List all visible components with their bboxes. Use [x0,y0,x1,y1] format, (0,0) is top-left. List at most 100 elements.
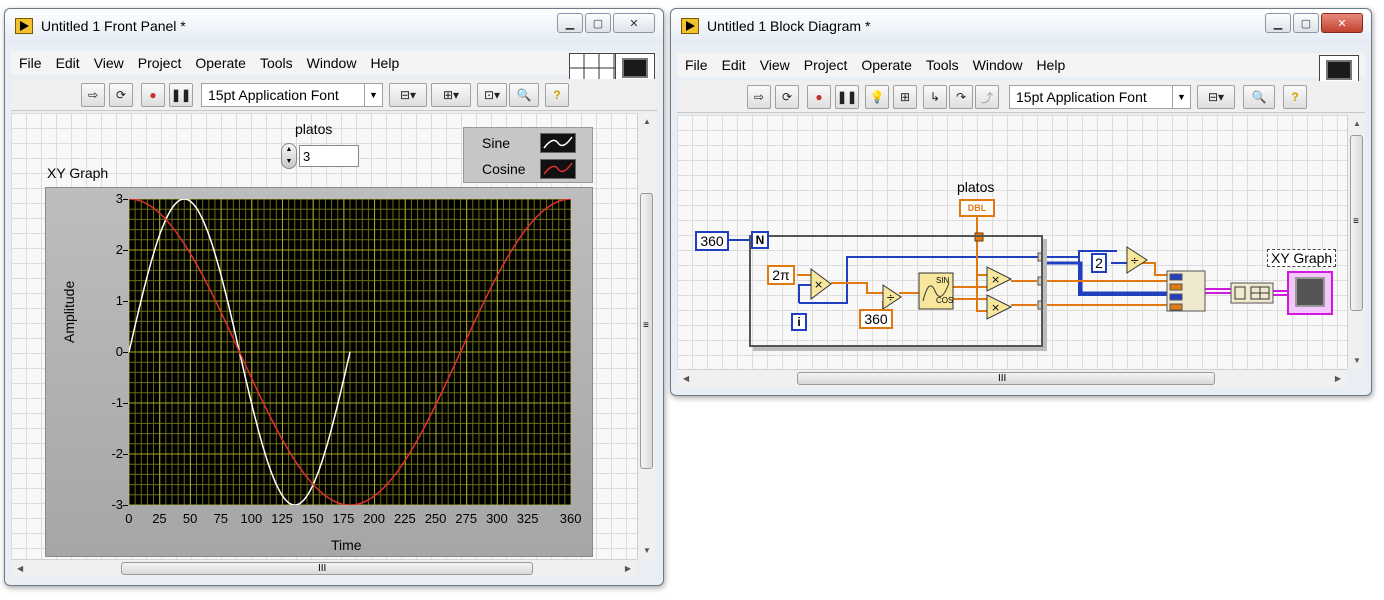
menu-help[interactable]: Help [1036,57,1065,73]
search-icon[interactable]: 🔍 [509,83,539,107]
help-icon[interactable]: ? [1283,85,1307,109]
sine-cosine-node[interactable]: SIN COS [919,273,953,309]
platos-label: platos [295,121,333,137]
xy-graph-terminal[interactable] [1287,271,1333,315]
menu-project[interactable]: Project [804,57,848,73]
font-ring[interactable]: 15pt Application Font ▼ [1009,85,1191,109]
pause-button[interactable]: ❚❚ [835,85,859,109]
maximize-button[interactable]: ▢ [585,13,611,33]
legend-swatch-cosine [540,159,576,179]
xy-graph-plot[interactable] [129,199,571,505]
maximize-button[interactable]: ▢ [1293,13,1319,33]
menu-window[interactable]: Window [307,55,357,71]
menu-file[interactable]: File [685,57,708,73]
divisor-constant-360[interactable]: 360 [859,309,893,329]
abort-button[interactable]: ● [807,85,831,109]
close-button[interactable]: ✕ [613,13,655,33]
menu-tools[interactable]: Tools [260,55,293,71]
step-out-button[interactable]: ⤴ [975,85,999,109]
bundle-node[interactable] [1231,283,1273,303]
divisor-constant-2[interactable]: 2 [1091,253,1107,273]
x-tick-label: 275 [455,511,478,526]
front-panel-titlebar[interactable]: Untitled 1 Front Panel * ▁ ▢ ✕ [5,9,663,43]
run-continuously-button[interactable]: ⟳ [775,85,799,109]
front-panel-horizontal-scrollbar[interactable]: ◀ III ▶ [11,559,637,577]
align-objects-button[interactable]: ⊟▾ [389,83,427,107]
menu-project[interactable]: Project [138,55,182,71]
y-tick-mark [123,454,128,455]
menu-view[interactable]: View [760,57,790,73]
platos-terminal[interactable]: DBL [959,199,995,217]
block-diagram-horizontal-scrollbar[interactable]: ◀ III ▶ [677,369,1347,387]
menu-tools[interactable]: Tools [926,57,959,73]
help-icon[interactable]: ? [545,83,569,107]
y-tick-label: -3 [111,497,123,512]
front-panel-vertical-scrollbar[interactable]: ▲ ≡ ▼ [637,113,655,559]
step-into-button[interactable]: ↳ [923,85,947,109]
block-diagram-titlebar[interactable]: Untitled 1 Block Diagram * ▁ ▢ ✕ [671,9,1371,43]
x-tick-label: 325 [516,511,539,526]
horizontal-scroll-thumb[interactable]: III [121,562,533,575]
x-tick-label: 300 [486,511,508,526]
retain-wire-values-button[interactable]: ⊞ [893,85,917,109]
legend-item-cosine[interactable]: Cosine [464,156,592,182]
y-tick-mark [123,505,128,506]
chevron-down-icon: ▼ [1172,86,1190,108]
run-button[interactable]: ⇨ [747,85,771,109]
legend-swatch-sine [540,133,576,153]
block-diagram-canvas[interactable]: × ÷ × × ÷ 360 N i 2π 360 SIN COS platos … [677,115,1347,369]
labview-app-icon [681,18,699,34]
y-tick-label: -2 [111,446,123,461]
front-panel-window: Untitled 1 Front Panel * ▁ ▢ ✕ File Edit… [4,8,664,586]
menu-view[interactable]: View [94,55,124,71]
two-pi-constant[interactable]: 2π [767,265,795,285]
horizontal-scroll-thumb[interactable]: III [797,372,1215,385]
build-array-node[interactable] [1167,271,1205,311]
run-continuously-button[interactable]: ⟳ [109,83,133,107]
minimize-button[interactable]: ▁ [557,13,583,33]
svg-text:÷: ÷ [1130,254,1139,267]
x-axis-label: Time [331,537,362,553]
resize-objects-button[interactable]: ⊡▾ [477,83,507,107]
abort-button[interactable]: ● [141,83,165,107]
minimize-button[interactable]: ▁ [1265,13,1291,33]
front-panel-canvas[interactable]: platos ▲ ▼ 3 Sine Cosine XY Graph Amplitu [11,113,637,559]
y-tick-mark [123,250,128,251]
menu-edit[interactable]: Edit [722,57,746,73]
vertical-scroll-grip: ≡ [643,320,649,331]
menu-file[interactable]: File [19,55,42,71]
block-diagram-toolbar: ⇨ ⟳ ● ❚❚ 💡 ⊞ ↳ ↷ ⤴ 15pt Application Font… [677,81,1365,113]
platos-numeric-control[interactable]: 3 [299,145,359,167]
menu-edit[interactable]: Edit [56,55,80,71]
legend-item-sine[interactable]: Sine [464,130,592,156]
font-ring-value: 15pt Application Font [1016,89,1147,105]
menu-help[interactable]: Help [370,55,399,71]
y-tick-label: 1 [115,293,123,308]
platos-increment-decrement[interactable]: ▲ ▼ [281,143,297,169]
block-diagram-vertical-scrollbar[interactable]: ▲ ≡ ▼ [1347,115,1365,369]
xy-graph-label: XY Graph [47,165,109,181]
align-objects-button[interactable]: ⊟▾ [1197,85,1235,109]
plot-legend[interactable]: Sine Cosine [463,127,593,183]
x-tick-label: 100 [240,511,263,526]
block-diagram-title: Untitled 1 Block Diagram * [707,18,871,34]
y-tick-mark [123,352,128,353]
vertical-scroll-thumb[interactable]: ≡ [1350,135,1363,311]
loop-count-constant[interactable]: 360 [695,231,729,251]
x-tick-label: 75 [213,511,229,526]
font-ring[interactable]: 15pt Application Font ▼ [201,83,383,107]
pause-button[interactable]: ❚❚ [169,83,193,107]
loop-count-terminal[interactable]: N [751,231,769,249]
run-button[interactable]: ⇨ [81,83,105,107]
menu-window[interactable]: Window [973,57,1023,73]
front-panel-menubar: File Edit View Project Operate Tools Win… [11,51,657,75]
menu-operate[interactable]: Operate [861,57,912,73]
close-button[interactable]: ✕ [1321,13,1363,33]
distribute-objects-button[interactable]: ⊞▾ [431,83,471,107]
loop-index-terminal[interactable]: i [791,313,807,331]
highlight-execution-button[interactable]: 💡 [865,85,889,109]
step-over-button[interactable]: ↷ [949,85,973,109]
search-icon[interactable]: 🔍 [1243,85,1275,109]
menu-operate[interactable]: Operate [195,55,246,71]
vertical-scroll-thumb[interactable]: ≡ [640,193,653,469]
